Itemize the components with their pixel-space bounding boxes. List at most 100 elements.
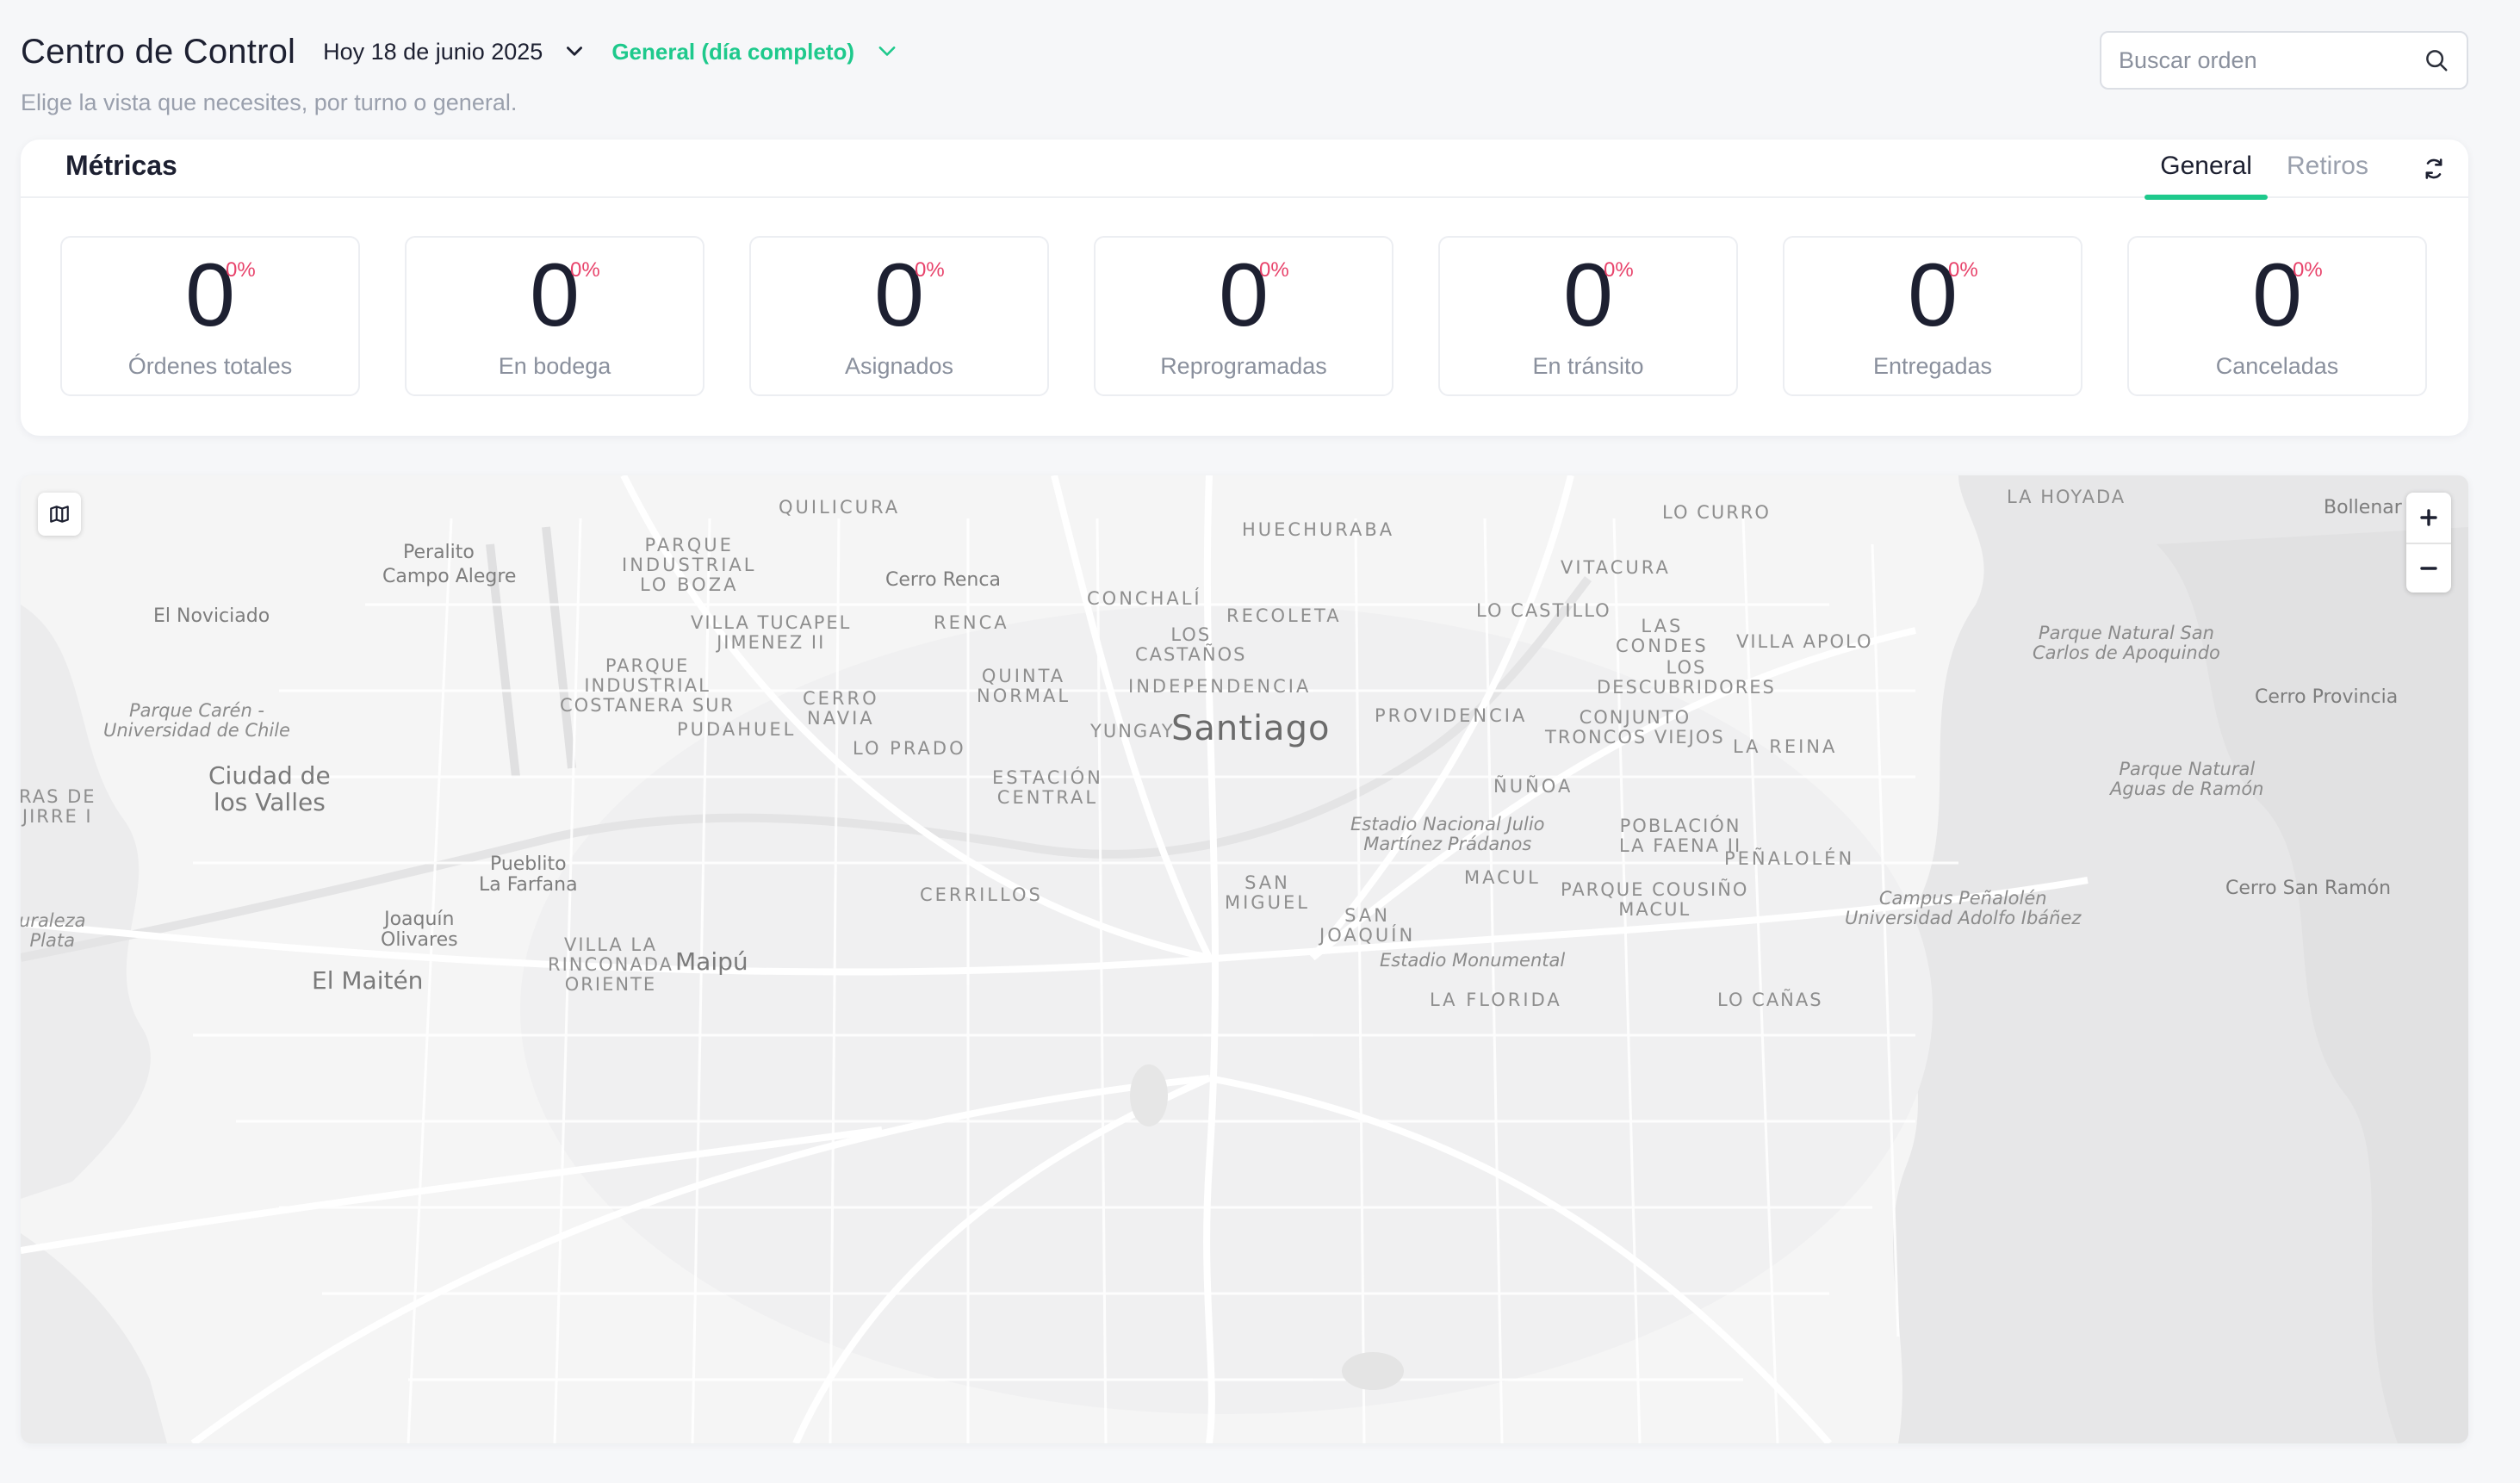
map-label: VITACURA (1561, 557, 1671, 578)
map-label: Campus Peñalolén Universidad Adolfo Ibáñ… (1845, 888, 2082, 929)
metric-percentage: 0% (226, 258, 256, 282)
map-label: PARQUE INDUSTRIAL COSTANERA SUR (560, 655, 736, 717)
refresh-button[interactable] (2405, 140, 2463, 198)
metric-card-ordenes-totales: 0 0% Órdenes totales (60, 236, 360, 396)
metric-value: 0 (1219, 245, 1269, 345)
map-label: LA REINA (1733, 736, 1838, 757)
metric-card-asignados: 0 0% Asignados (749, 236, 1049, 396)
chevron-down-icon (878, 47, 896, 56)
metrics-tabs: General Retiros (2144, 140, 2468, 200)
metric-value: 0 (1908, 245, 1958, 345)
delivery-map[interactable]: QUILICURA HUECHURABA LO CURRO LA HOYADA … (21, 475, 2468, 1443)
minus-icon (2420, 567, 2437, 570)
map-label: Estadio Monumental (1380, 950, 1566, 971)
map-label: Pueblito La Farfana (479, 853, 578, 897)
metric-label: Entregadas (1872, 353, 1993, 379)
metrics-header: Métricas General Retiros (21, 140, 2468, 200)
page-title: Centro de Control (21, 32, 296, 71)
metric-value: 0 (2252, 245, 2302, 345)
zoom-control (2406, 493, 2451, 593)
map-label: SAN MIGUEL (1225, 872, 1310, 914)
map-label: RENCA (934, 612, 1009, 633)
tab-general[interactable]: General (2144, 140, 2268, 200)
map-label: QUINTA NORMAL (977, 666, 1071, 707)
map-label: CONCHALÍ (1087, 588, 1202, 609)
map-label: CERRILLOS (920, 884, 1043, 905)
map-label: LA FLORIDA (1430, 990, 1562, 1010)
map-label: Parque Carén - Universidad de Chile (103, 700, 290, 742)
map-layer-button[interactable] (38, 493, 81, 536)
map-label: PEÑALOLÉN (1724, 848, 1855, 869)
map-label: Bollenar (2324, 497, 2402, 518)
map-label: ESTACIÓN CENTRAL (992, 767, 1103, 809)
metric-percentage: 0% (1948, 258, 1978, 282)
metric-label: Canceladas (2215, 353, 2339, 379)
map-label: Estadio Nacional Julio Martínez Prádanos (1350, 814, 1545, 855)
metric-card-en-transito: 0 0% En tránsito (1438, 236, 1738, 396)
metric-label: En bodega (498, 353, 611, 379)
map-label: PARQUE INDUSTRIAL LO BOZA (622, 535, 757, 596)
page-subtitle: Elige la vista que necesites, por turno … (21, 90, 518, 115)
map-label: LO PRADO (853, 738, 966, 759)
map-label: Parque Natural Aguas de Ramón (2110, 759, 2264, 800)
search-icon[interactable] (2424, 47, 2449, 73)
shift-selector[interactable]: General (día completo) (611, 39, 899, 65)
map-label: POBLACIÓN LA FAENA II (1619, 816, 1742, 857)
map-label: CERRO NAVIA (803, 688, 879, 729)
metric-percentage: 0% (570, 258, 600, 282)
map-label: El Maitén (312, 966, 424, 995)
metric-label: Asignados (844, 353, 954, 379)
map-label: Cerro Renca (885, 569, 1001, 591)
map-label: LOS DESCUBRIDORES (1597, 657, 1776, 698)
date-selector[interactable]: Hoy 18 de junio 2025 (323, 39, 586, 65)
metric-value: 0 (530, 245, 580, 345)
metrics-title: Métricas (65, 150, 177, 181)
map-label: RAS DE JIRRE I (21, 786, 96, 828)
metric-label: Órdenes totales (127, 353, 293, 379)
metric-percentage: 0% (915, 258, 945, 282)
map-label: PROVIDENCIA (1375, 705, 1528, 726)
map-label: Peralito (403, 542, 475, 563)
metric-value: 0 (185, 245, 235, 345)
map-label: LAS CONDES (1616, 616, 1709, 657)
map-label: uraleza Plata (21, 910, 86, 952)
map-label: LO CASTILLO (1476, 600, 1611, 621)
map-icon (50, 506, 69, 523)
tab-retiros[interactable]: Retiros (2271, 140, 2384, 198)
metric-card-canceladas: 0 0% Canceladas (2127, 236, 2427, 396)
map-label: YUNGAY (1090, 721, 1175, 742)
map-label: LO CURRO (1662, 502, 1771, 523)
map-label: Campo Alegre (382, 566, 517, 587)
metric-percentage: 0% (1604, 258, 1634, 282)
map-label: SAN JOAQUÍN (1319, 905, 1416, 946)
metric-value: 0 (874, 245, 924, 345)
metric-label: Reprogramadas (1160, 353, 1327, 379)
map-label: QUILICURA (779, 497, 901, 518)
refresh-icon (2425, 158, 2442, 179)
chevron-down-icon (567, 47, 583, 56)
metric-label: En tránsito (1532, 353, 1644, 379)
map-label: VILLA APOLO (1736, 631, 1873, 652)
shift-selector-label: General (día completo) (611, 38, 855, 65)
map-label: ÑUÑOA (1493, 776, 1573, 797)
metric-card-entregadas: 0 0% Entregadas (1783, 236, 2082, 396)
metric-card-reprogramadas: 0 0% Reprogramadas (1094, 236, 1393, 396)
metric-percentage: 0% (2293, 258, 2323, 282)
map-label: Parque Natural San Carlos de Apoquindo (2033, 623, 2220, 664)
map-label: LA HOYADA (2007, 487, 2126, 507)
map-label: MACUL (1464, 867, 1541, 888)
map-label: Cerro Provincia (2255, 686, 2399, 708)
search-box (2100, 31, 2468, 90)
map-label-santiago: Santiago (1171, 709, 1331, 748)
map-label: HUECHURABA (1242, 519, 1395, 540)
map-label: RECOLETA (1226, 605, 1342, 626)
map-label: PARQUE COUSIÑO MACUL (1561, 879, 1749, 921)
zoom-out-button[interactable] (2406, 543, 2451, 593)
metric-value: 0 (1563, 245, 1613, 345)
plus-icon (2420, 509, 2437, 526)
metrics-card: Métricas General Retiros 0 0% Órdenes to… (21, 140, 2468, 436)
search-input[interactable] (2119, 47, 2424, 74)
zoom-in-button[interactable] (2406, 493, 2451, 543)
metric-grid: 0 0% Órdenes totales 0 0% En bodega 0 0%… (60, 236, 2427, 396)
map-label: VILLA LA RINCONADA ORIENTE (548, 934, 673, 996)
